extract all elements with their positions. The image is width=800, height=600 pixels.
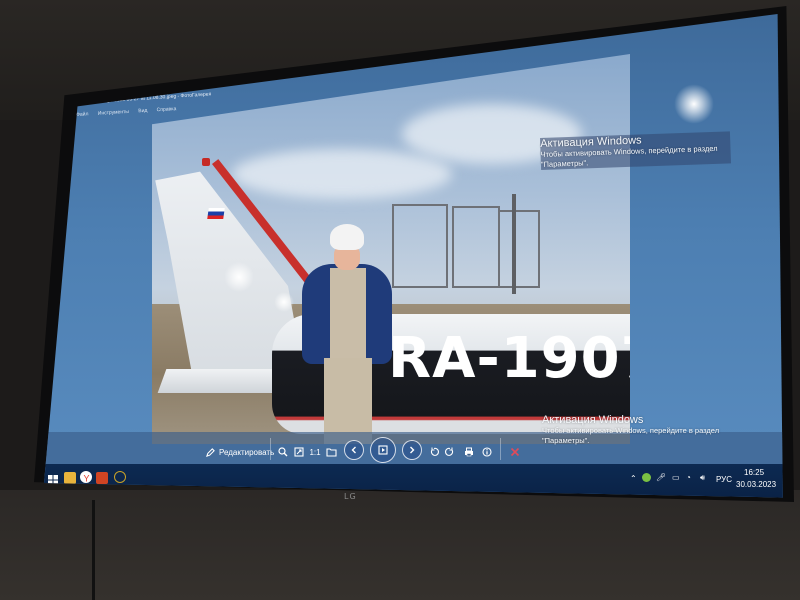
power-cable bbox=[92, 500, 95, 600]
photo-fence bbox=[498, 210, 540, 288]
rotate-right-button[interactable] bbox=[444, 444, 456, 460]
russian-flag-icon bbox=[207, 208, 225, 219]
wifi-icon[interactable]: ◔ bbox=[686, 473, 691, 482]
battery-icon[interactable]: ▭ bbox=[672, 473, 680, 482]
zoom-button[interactable] bbox=[276, 444, 290, 460]
photo-view[interactable]: RA-1907G bbox=[152, 54, 630, 444]
tray-overflow-icon[interactable]: ⌃ bbox=[630, 474, 637, 483]
person-figure bbox=[302, 224, 392, 444]
explorer-icon[interactable] bbox=[64, 472, 76, 484]
yandex-browser-icon[interactable]: Y bbox=[80, 471, 92, 484]
light-glare bbox=[674, 84, 714, 124]
fit-window-button[interactable] bbox=[292, 444, 306, 460]
chevron-left-icon bbox=[351, 446, 356, 454]
activation-watermark-top: Активация Windows Чтобы активировать Win… bbox=[540, 131, 732, 170]
slideshow-button[interactable] bbox=[370, 437, 396, 463]
aircraft-beacon bbox=[202, 158, 210, 166]
language-indicator[interactable]: РУС bbox=[716, 475, 732, 484]
person-hat bbox=[330, 224, 364, 250]
actual-size-button[interactable]: 1:1 bbox=[308, 444, 322, 460]
chevron-right-icon bbox=[410, 446, 415, 454]
fit-window-icon bbox=[294, 447, 304, 457]
light-glare bbox=[224, 262, 254, 292]
photo-fence bbox=[452, 206, 500, 288]
tray-app-icon[interactable] bbox=[642, 473, 651, 482]
folder-icon bbox=[325, 447, 337, 457]
edit-button[interactable]: Редактировать bbox=[206, 444, 274, 460]
windows-start-icon bbox=[48, 475, 58, 485]
aircraft-registration: RA-1907G bbox=[388, 326, 630, 391]
activation-body-line1: Чтобы активировать Windows, перейдите в … bbox=[542, 426, 720, 435]
svg-text:Y: Y bbox=[84, 474, 90, 484]
volume-icon[interactable]: 🔊︎ bbox=[700, 473, 705, 483]
activation-title: Активация Windows bbox=[542, 414, 644, 426]
clock-time[interactable]: 16:25 bbox=[744, 468, 764, 477]
zoom-icon bbox=[278, 447, 288, 457]
activation-body-line2: "Параметры". bbox=[542, 436, 590, 445]
activation-watermark-bottom: Активация Windows Чтобы активировать Win… bbox=[542, 414, 762, 446]
info-button[interactable] bbox=[480, 444, 494, 460]
light-glare bbox=[274, 292, 294, 312]
previous-button[interactable] bbox=[344, 440, 364, 460]
microphone-icon[interactable]: 🎤︎ bbox=[656, 473, 666, 482]
next-button[interactable] bbox=[402, 440, 422, 460]
tv-brand-logo: LG bbox=[344, 492, 357, 501]
menu-help[interactable]: Справка bbox=[157, 106, 177, 113]
clock-date[interactable]: 30.03.2023 bbox=[736, 480, 776, 489]
wall-background-lower bbox=[0, 490, 800, 600]
menu-tools[interactable]: Инструменты bbox=[98, 109, 129, 117]
edit-label: Редактировать bbox=[219, 447, 275, 457]
yandex-browser-glyph: Y bbox=[84, 474, 90, 484]
toolbar-separator bbox=[500, 438, 501, 460]
menu-view[interactable]: Вид bbox=[138, 108, 147, 115]
delete-icon bbox=[510, 447, 520, 457]
rotate-left-button[interactable] bbox=[428, 444, 440, 460]
powerpoint-icon[interactable] bbox=[96, 472, 108, 484]
menu-file[interactable]: Файл bbox=[76, 111, 89, 118]
delete-button[interactable] bbox=[508, 444, 522, 460]
start-button[interactable] bbox=[48, 472, 60, 485]
toolbar-separator bbox=[270, 438, 271, 460]
pencil-icon bbox=[206, 447, 215, 457]
rotate-left-icon bbox=[430, 447, 439, 456]
photo-pole bbox=[512, 194, 516, 294]
photo-cloud bbox=[232, 149, 452, 199]
slideshow-icon bbox=[378, 445, 388, 455]
rotate-right-icon bbox=[445, 447, 454, 456]
open-folder-button[interactable] bbox=[324, 444, 338, 460]
print-icon bbox=[465, 447, 473, 457]
info-icon bbox=[482, 447, 492, 457]
person-coverall bbox=[330, 268, 366, 358]
print-button[interactable] bbox=[462, 444, 476, 460]
app-icon[interactable] bbox=[114, 471, 126, 483]
photo-fence bbox=[392, 204, 448, 288]
